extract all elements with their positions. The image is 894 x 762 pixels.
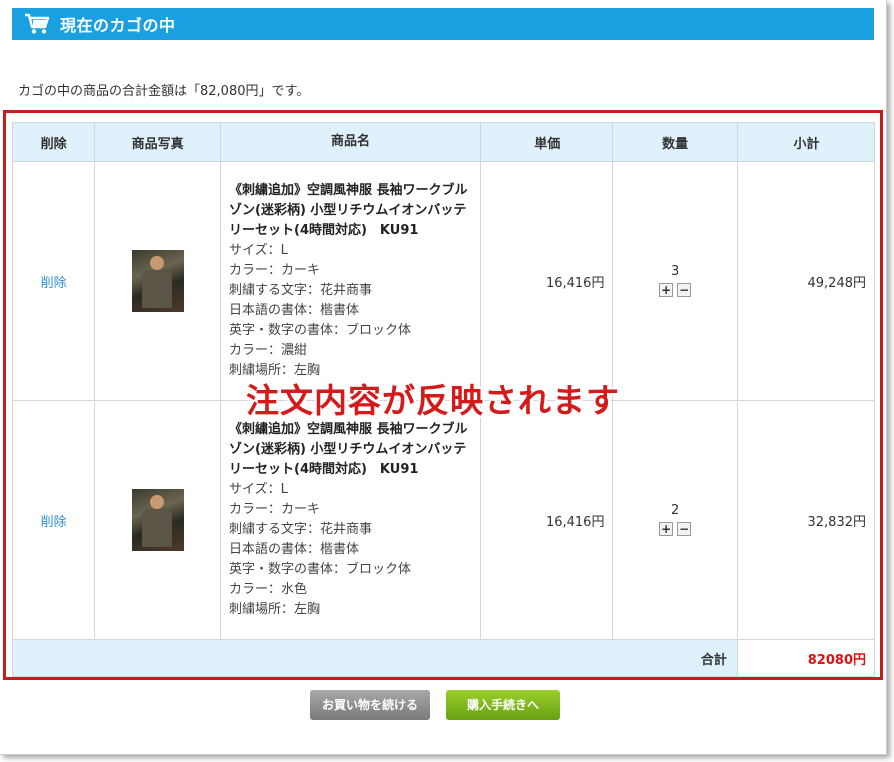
cart-icon <box>25 13 50 34</box>
page-title: 現在のカゴの中 <box>60 16 176 35</box>
annotation-overlay: 注文内容が反映されます <box>246 381 620 420</box>
cart-header: 現在のカゴの中 <box>12 8 874 40</box>
cart-summary-text: カゴの中の商品の合計金額は「82,080円」です。 <box>18 84 310 99</box>
checkout-button[interactable]: 購入手続きへ <box>446 690 560 720</box>
continue-shopping-button[interactable]: お買い物を続ける <box>310 690 430 720</box>
